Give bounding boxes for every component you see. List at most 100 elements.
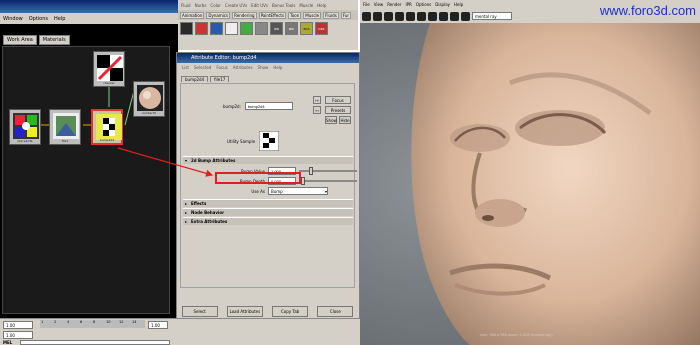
menu-help[interactable]: Help (54, 16, 65, 22)
slider-knob[interactable] (309, 167, 313, 175)
section-node-behavior[interactable]: Node Behavior (183, 208, 353, 217)
shelf-tab[interactable]: Fluids (323, 11, 339, 19)
menu-list[interactable]: List (182, 65, 189, 70)
section-extra-attributes[interactable]: Extra Attributes (183, 217, 353, 226)
node-graph[interactable]: place2dTe file1 bump2d4 lambert3 checker (2, 46, 170, 314)
shelf-tool-icon[interactable]: DKS (315, 21, 328, 35)
bump2d-node[interactable]: bump2d4 (91, 109, 123, 145)
node-label: place2dTe (17, 139, 33, 143)
command-line-input[interactable] (20, 340, 170, 345)
section-2d-bump[interactable]: 2d Bump Attributes (183, 156, 353, 165)
checker-swatch-icon (97, 55, 123, 81)
render-region-icon[interactable] (395, 11, 404, 21)
redo-render-icon[interactable] (362, 11, 371, 21)
menu-help[interactable]: Help (273, 65, 282, 70)
attribute-editor-window: Attribute Editor: bump2d4 List Selected … (176, 52, 369, 322)
hypershade-icon[interactable] (225, 21, 238, 35)
menu-options[interactable]: Options (416, 2, 431, 7)
focus-button[interactable]: Focus (325, 96, 351, 104)
range-field[interactable]: 1.00 (3, 331, 33, 339)
menu-item[interactable]: Fluid (181, 3, 191, 8)
node-label: file1 (61, 139, 69, 143)
checker-node[interactable]: checker (93, 51, 125, 87)
remove-image-icon[interactable] (461, 11, 470, 21)
load-attributes-button[interactable]: Load Attributes (226, 306, 263, 317)
render-icon[interactable] (180, 21, 193, 35)
ipr-icon[interactable] (373, 11, 382, 21)
hypershade-tabs: Work Area Materials (0, 35, 70, 45)
menu-item[interactable]: Muscle (299, 3, 313, 8)
select-button[interactable]: Select (181, 306, 218, 317)
menu-attributes[interactable]: Attributes (233, 65, 253, 70)
start-time-field[interactable]: 1.00 (3, 321, 33, 329)
menu-options[interactable]: Options (29, 16, 48, 22)
menu-display[interactable]: Display (435, 2, 450, 7)
refresh-icon[interactable] (384, 11, 393, 21)
menu-selected[interactable]: Selected (194, 65, 211, 70)
show-button[interactable]: Show (325, 116, 337, 124)
menu-item[interactable]: Bonus Tools (272, 3, 295, 8)
keep-image-icon[interactable] (450, 11, 459, 21)
time-slider[interactable]: 1 2 4 6 8 10 12 14 (40, 320, 145, 328)
slider-knob[interactable] (301, 177, 305, 185)
use-as-label: Use As (251, 188, 265, 194)
attribute-editor-menubar: List Selected Focus Attributes Show Help (177, 63, 359, 72)
camera-icon[interactable] (255, 21, 268, 35)
tab-file17[interactable]: file17 (210, 76, 230, 82)
menu-help[interactable]: Help (454, 2, 463, 7)
shelf-tool-icon[interactable]: BCS (300, 21, 313, 35)
menu-ipr[interactable]: IPR (405, 2, 411, 7)
light-icon[interactable] (240, 21, 253, 35)
output-connection-icon[interactable]: ↤ (313, 106, 321, 114)
menu-window[interactable]: Window (3, 16, 23, 22)
menu-item[interactable]: Help (317, 3, 326, 8)
node-label: lambert3 (142, 111, 156, 115)
menu-render[interactable]: Render (387, 2, 401, 7)
menu-file[interactable]: File (363, 2, 370, 7)
shelf-tool-icon[interactable]: MRI (285, 21, 298, 35)
copy-tab-button[interactable]: Copy Tab (272, 306, 309, 317)
menu-item[interactable]: Color (210, 3, 220, 8)
menu-show[interactable]: Show (258, 65, 269, 70)
lambert-node[interactable]: lambert3 (133, 81, 165, 117)
menu-item[interactable]: Nurbs (195, 3, 207, 8)
shelf-tab[interactable]: Rendering (232, 11, 257, 19)
place2d-node[interactable]: place2dTe (9, 109, 41, 145)
shelf-tab[interactable]: Animation (180, 11, 205, 19)
presets-button[interactable]: Presets (325, 106, 351, 114)
menu-item[interactable]: Create UVs (225, 3, 247, 8)
render-globals-icon[interactable] (210, 21, 223, 35)
bump-depth-slider[interactable] (299, 177, 357, 185)
section-effects[interactable]: Effects (183, 199, 353, 208)
renderer-dropdown[interactable]: mental ray (472, 12, 512, 20)
file-node[interactable]: file1 (49, 109, 81, 145)
current-time-field[interactable]: 1.00 (148, 321, 168, 329)
tab-work-area[interactable]: Work Area (3, 35, 37, 45)
use-as-dropdown[interactable]: Bump ▾ (268, 187, 328, 195)
tab-materials[interactable]: Materials (38, 35, 70, 45)
menu-view[interactable]: View (374, 2, 384, 7)
hypershade-window: Window Options Help Work Area Materials … (0, 0, 178, 318)
menu-item[interactable]: Edit UVs (251, 3, 268, 8)
shelf-tab[interactable]: Muscle (303, 11, 322, 19)
hide-button[interactable]: Hide (339, 116, 351, 124)
shelf-tabs: Animation Dynamics Rendering PaintEffect… (178, 10, 358, 20)
snapshot-icon[interactable] (406, 11, 415, 21)
node-name-field[interactable] (244, 102, 293, 110)
shelf-tab[interactable]: Fur (340, 11, 352, 19)
bump-value-slider[interactable] (299, 167, 357, 175)
tab-bump2d4[interactable]: bump2d4 (181, 76, 209, 82)
shelf-tab[interactable]: Toon (288, 11, 302, 19)
shelf-tool-icon[interactable]: IPR (270, 21, 283, 35)
input-connection-icon[interactable]: ↦ (313, 96, 321, 104)
shelf-tab[interactable]: Dynamics (206, 11, 231, 19)
zoom-icon[interactable] (439, 11, 448, 21)
close-button[interactable]: Close (317, 306, 354, 317)
menu-focus[interactable]: Focus (216, 65, 227, 70)
alpha-icon[interactable] (428, 11, 437, 21)
rgb-icon[interactable] (417, 11, 426, 21)
tick-label: 4 (67, 320, 70, 324)
tick-label: 12 (119, 320, 124, 324)
ipr-render-icon[interactable] (195, 21, 208, 35)
shelf-tab[interactable]: PaintEffects (258, 11, 287, 19)
